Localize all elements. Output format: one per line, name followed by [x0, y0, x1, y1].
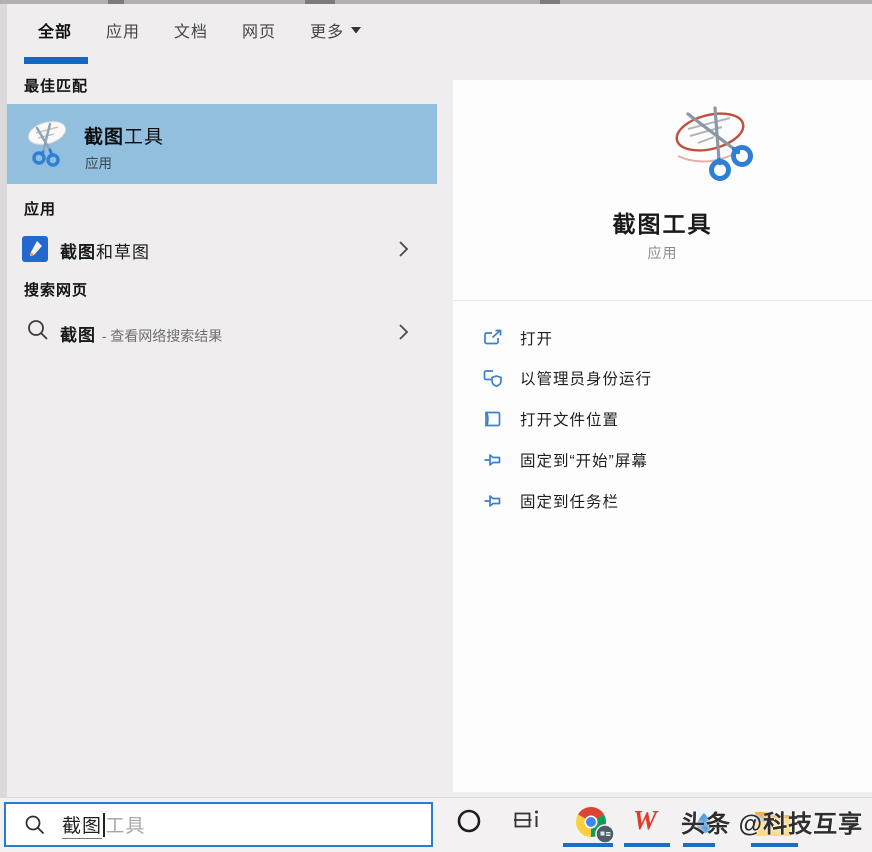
web-search-text: 截图 - 查看网络搜索结果	[60, 321, 222, 346]
running-app-indicator	[751, 843, 798, 847]
panel-edge	[0, 4, 7, 797]
web-search-result[interactable]: 截图 - 查看网络搜索结果	[0, 310, 437, 354]
action-open[interactable]: 打开	[483, 323, 863, 353]
pin-icon	[483, 450, 503, 470]
best-match-title: 截图工具	[84, 122, 164, 149]
folder-icon	[483, 409, 503, 429]
search-input[interactable]: 截图工具	[4, 802, 433, 847]
action-label: 以管理员身份运行	[520, 367, 652, 389]
tab-more-label: 更多	[310, 18, 344, 42]
cortana-icon[interactable]	[456, 808, 482, 834]
tab-apps[interactable]: 应用	[106, 18, 140, 42]
search-filter-tabs: 全部 应用 文档 网页 更多	[38, 18, 361, 42]
taskbar: 截图工具 W	[0, 797, 872, 852]
pin-icon	[483, 491, 503, 511]
tab-all[interactable]: 全部	[38, 18, 72, 42]
action-open-file-location[interactable]: 打开文件位置	[483, 404, 863, 434]
action-label: 打开	[520, 327, 553, 349]
tab-more[interactable]: 更多	[310, 18, 361, 42]
best-match-result-snipping-tool[interactable]: 截图工具 应用	[0, 104, 437, 184]
running-app-indicator	[624, 843, 670, 847]
open-icon	[483, 328, 503, 348]
chevron-right-icon[interactable]	[398, 240, 409, 258]
window-edge	[0, 0, 872, 4]
action-label: 打开文件位置	[520, 408, 619, 430]
task-view-icon[interactable]	[514, 810, 542, 832]
active-tab-indicator	[24, 57, 88, 64]
dropdown-arrow-icon	[351, 27, 361, 34]
action-pin-to-start[interactable]: 固定到“开始”屏幕	[483, 445, 863, 475]
app-title: 截图工具	[453, 205, 872, 239]
chevron-right-icon[interactable]	[398, 323, 409, 341]
best-match-type: 应用	[85, 152, 112, 172]
app-result-title: 截图和草图	[60, 238, 150, 263]
tab-documents[interactable]: 文档	[174, 18, 208, 42]
apps-section-header: 应用	[24, 198, 56, 219]
action-run-as-admin[interactable]: 以管理员身份运行	[483, 363, 863, 393]
search-suggestion-text: 工具	[106, 811, 146, 838]
search-icon	[26, 318, 50, 342]
snipping-tool-icon	[672, 102, 756, 196]
app-type-label: 应用	[453, 243, 872, 263]
action-pin-to-taskbar[interactable]: 固定到任务栏	[483, 486, 863, 516]
windows-search-panel: 全部 应用 文档 网页 更多 最佳匹配 截图工具 应用 应用	[0, 0, 872, 852]
running-app-indicator	[683, 843, 715, 847]
admin-shield-icon	[483, 368, 503, 388]
running-app-indicator	[563, 843, 613, 847]
magnifier-icon	[24, 814, 46, 836]
text-caret	[103, 813, 105, 837]
action-label: 固定到“开始”屏幕	[520, 449, 648, 471]
tab-web[interactable]: 网页	[242, 18, 276, 42]
action-label: 固定到任务栏	[520, 490, 619, 512]
watermark-text: 头条 @科技互享	[681, 804, 863, 839]
search-typed-text: 截图	[62, 811, 102, 839]
snipping-tool-icon	[26, 118, 72, 170]
snip-sketch-icon	[22, 236, 48, 262]
web-section-header: 搜索网页	[24, 279, 88, 300]
best-match-header: 最佳匹配	[24, 75, 88, 96]
app-result-snip-sketch[interactable]: 截图和草图	[0, 227, 437, 271]
divider	[453, 300, 872, 301]
wps-icon[interactable]: W	[633, 805, 657, 836]
chrome-icon[interactable]	[574, 805, 616, 845]
app-detail-panel: 截图工具 应用 打开 以管理员身份运行 打开文件位置	[453, 80, 872, 792]
